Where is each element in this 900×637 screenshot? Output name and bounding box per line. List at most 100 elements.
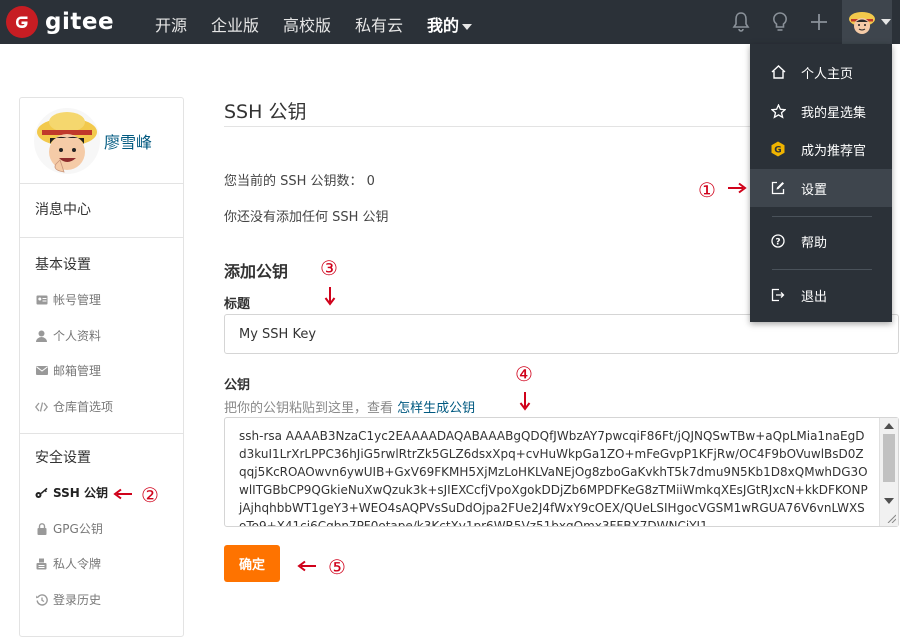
message-section: 消息中心 — [20, 184, 183, 238]
how-to-generate-key-link[interactable]: 怎样生成公钥 — [397, 401, 475, 416]
top-navbar: gitee 开源 企业版 高校版 私有云 我的 — [0, 0, 900, 44]
menu-item-logout[interactable]: 退出 — [750, 276, 892, 314]
sidebar-item-gpg-keys[interactable]: GPG公钥 — [35, 520, 103, 537]
arrow-down-icon — [324, 287, 336, 306]
sidebar-item-label: 个人资料 — [53, 329, 102, 343]
id-card-icon — [35, 294, 48, 306]
public-key-hint: 把你的公钥粘贴到这里，查看 怎样生成公钥 — [224, 397, 475, 416]
basic-settings-title: 基本设置 — [35, 257, 91, 273]
menu-item-referrer[interactable]: G 成为推荐官 — [750, 130, 892, 168]
resize-handle-icon[interactable] — [886, 513, 896, 523]
nav-education[interactable]: 高校版 — [283, 12, 331, 36]
avatar — [849, 12, 875, 34]
user-dropdown-menu: 个人主页 我的星选集 G 成为推荐官 设置 ? 帮助 退出 — [750, 44, 892, 322]
sidebar-item-label: SSH 公钥 — [53, 486, 108, 500]
hint-text: 把你的公钥粘贴到这里，查看 — [224, 401, 394, 416]
nav-enterprise[interactable]: 企业版 — [211, 12, 259, 36]
history-icon — [35, 593, 48, 606]
edit-icon — [770, 180, 786, 196]
plus-icon[interactable] — [807, 10, 831, 34]
message-center-link[interactable]: 消息中心 — [35, 199, 91, 219]
help-icon: ? — [770, 233, 786, 249]
menu-item-label: 设置 — [801, 182, 828, 198]
lightbulb-icon[interactable] — [768, 10, 792, 34]
arrow-right-icon — [728, 182, 747, 194]
no-ssh-keys-message: 你还没有添加任何 SSH 公钥 — [224, 210, 389, 225]
page-title: SSH 公钥 — [224, 101, 307, 123]
logo-text: gitee — [45, 9, 115, 35]
sidebar-item-label: 仓库首选项 — [53, 400, 114, 414]
annotation-step-3: ③ — [320, 256, 338, 280]
menu-item-label: 退出 — [801, 289, 828, 305]
arrow-left-icon — [113, 488, 132, 500]
menu-item-settings[interactable]: 设置 — [750, 169, 892, 207]
sidebar-item-email[interactable]: 邮箱管理 — [35, 362, 101, 379]
menu-item-label: 成为推荐官 — [801, 143, 867, 159]
nav-open-source[interactable]: 开源 — [155, 12, 187, 36]
nav-mine[interactable]: 我的 — [427, 12, 473, 36]
menu-divider — [772, 269, 872, 270]
profile-card: 廖雪峰 — [20, 98, 183, 184]
menu-item-label: 帮助 — [801, 235, 828, 251]
security-settings-title: 安全设置 — [35, 450, 91, 466]
gitee-logo-icon — [6, 6, 38, 38]
user-menu-button[interactable] — [842, 0, 892, 44]
token-icon — [35, 558, 48, 570]
sidebar-item-login-history[interactable]: 登录历史 — [35, 591, 101, 608]
security-settings-section: 安全设置 SSH 公钥 GPG公钥 私人令牌 登录历史 — [20, 434, 183, 634]
sidebar-item-label: GPG公钥 — [53, 522, 103, 536]
menu-divider — [772, 216, 872, 217]
menu-item-homepage[interactable]: 个人主页 — [750, 53, 892, 91]
nav-mine-label: 我的 — [427, 16, 460, 35]
public-key-label: 公钥 — [224, 378, 251, 393]
ssh-key-count: 您当前的 SSH 公钥数： 0 — [224, 174, 375, 189]
basic-settings-section: 基本设置 帐号管理 个人资料 邮箱管理 仓库首选项 — [20, 238, 183, 434]
envelope-icon — [35, 365, 48, 377]
gitee-logo[interactable]: gitee — [6, 6, 114, 38]
public-key-textarea[interactable]: ssh-rsa AAAAB3NzaC1yc2EAAAADAQABAAABgQDQ… — [224, 417, 899, 527]
chevron-down-icon — [881, 19, 891, 25]
chevron-down-icon — [462, 23, 473, 30]
sidebar-item-profile[interactable]: 个人资料 — [35, 327, 101, 344]
badge-icon: G — [770, 141, 786, 157]
profile-user-name[interactable]: 廖雪峰 — [104, 129, 152, 153]
scroll-up-icon[interactable] — [884, 423, 894, 429]
bell-icon[interactable] — [729, 10, 753, 34]
scroll-thumb[interactable] — [883, 434, 895, 482]
annotation-step-5: ⑤ — [328, 555, 346, 579]
lock-icon — [35, 522, 48, 535]
menu-item-help[interactable]: ? 帮助 — [750, 222, 892, 260]
sidebar-item-label: 登录历史 — [53, 593, 102, 607]
sidebar-item-account[interactable]: 帐号管理 — [35, 291, 101, 308]
sidebar-item-label: 私人令牌 — [53, 557, 102, 571]
menu-item-label: 个人主页 — [801, 66, 854, 82]
home-icon — [770, 64, 786, 80]
menu-item-stars[interactable]: 我的星选集 — [750, 92, 892, 130]
svg-text:G: G — [774, 146, 781, 156]
code-icon — [35, 401, 48, 413]
settings-sidebar: 廖雪峰 消息中心 基本设置 帐号管理 个人资料 邮箱管理 仓库首选项 安全设置 … — [19, 97, 184, 637]
sidebar-item-repo-prefs[interactable]: 仓库首选项 — [35, 398, 113, 415]
logout-icon — [770, 287, 786, 303]
menu-item-label: 我的星选集 — [801, 105, 867, 121]
avatar[interactable] — [34, 108, 100, 174]
annotation-step-1: ① — [698, 178, 716, 202]
sidebar-item-label: 邮箱管理 — [53, 364, 102, 378]
arrow-left-icon — [297, 560, 316, 572]
textarea-scrollbar[interactable] — [879, 418, 898, 526]
annotation-step-2: ② — [141, 483, 159, 507]
nav-private-cloud[interactable]: 私有云 — [355, 12, 403, 36]
title-divider — [224, 126, 784, 127]
scroll-down-icon[interactable] — [884, 498, 894, 504]
submit-button[interactable]: 确定 — [224, 545, 280, 582]
sidebar-item-access-tokens[interactable]: 私人令牌 — [35, 555, 101, 572]
key-icon — [35, 487, 48, 499]
arrow-down-icon — [519, 392, 531, 411]
sidebar-item-label: 帐号管理 — [53, 293, 102, 307]
sidebar-item-ssh-keys[interactable]: SSH 公钥 — [35, 484, 108, 501]
annotation-step-4: ④ — [515, 362, 533, 386]
star-icon — [770, 103, 786, 119]
svg-text:?: ? — [775, 238, 780, 248]
title-field-label: 标题 — [224, 297, 251, 312]
user-icon — [35, 330, 48, 342]
